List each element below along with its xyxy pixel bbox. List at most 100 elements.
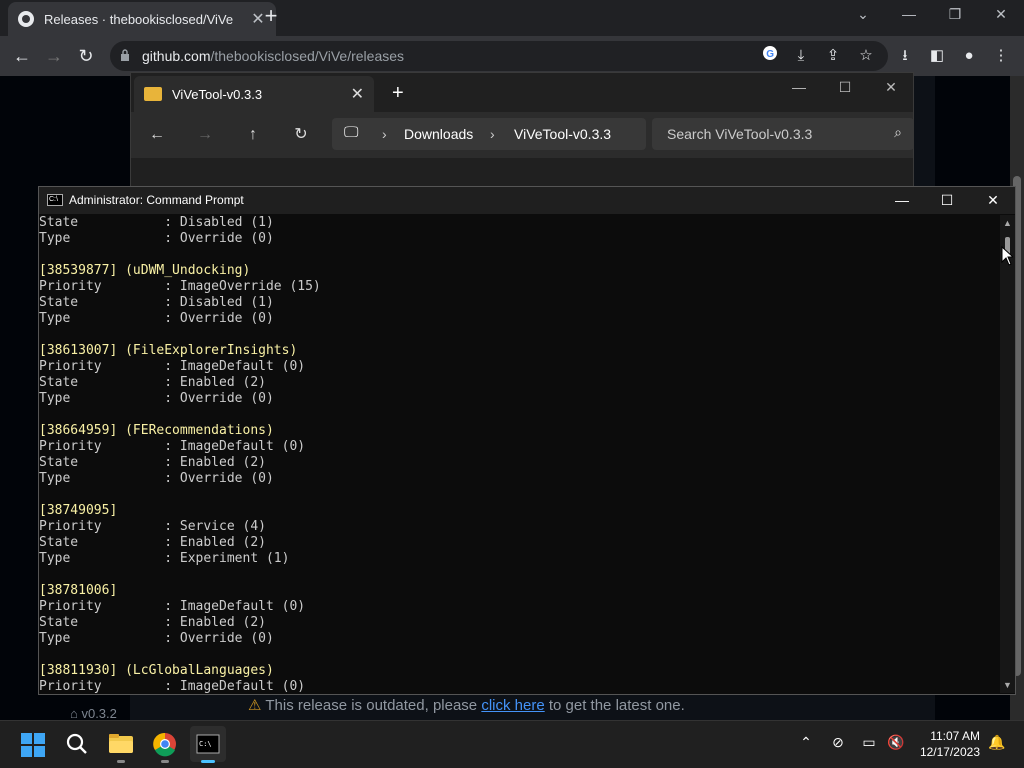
cmd-scrollbar[interactable]: ▲ ▼ [1000,215,1015,693]
windows-start-icon[interactable] [21,733,45,757]
scroll-up-icon[interactable]: ▲ [1003,218,1012,228]
breadcrumb-separator-icon: › [490,126,495,142]
share-icon[interactable]: ⇪ [822,45,844,67]
cmd-output-line [39,407,999,423]
cmd-output-line: Priority : ImageDefault (0) [39,679,306,693]
cmd-minimize-button[interactable]: — [879,187,925,214]
cmd-title-bar[interactable]: C:\ Administrator: Command Prompt [39,187,1015,214]
back-button[interactable]: ← [10,44,34,68]
explorer-running-indicator [117,760,125,763]
explorer-tab-title: ViVeTool-v0.3.3 [172,86,263,102]
cmd-output-line: State : Enabled (2) [39,615,266,630]
search-icon [66,733,87,754]
warning-suffix: to get the latest one. [544,697,685,714]
display-icon[interactable]: ▭ [858,734,880,751]
taskbar-search-button[interactable] [59,726,95,762]
clock-date: 12/17/2023 [919,745,980,759]
cmd-output-line: State : Disabled (1) [39,295,274,310]
install-icon[interactable]: ⤓ [790,45,812,67]
close-icon[interactable]: ✕ [351,84,364,104]
reload-button[interactable]: ↻ [74,44,98,68]
explorer-close-button[interactable]: ✕ [868,74,914,100]
folder-icon [144,87,162,101]
search-icon: ⌕ [894,124,902,140]
network-icon[interactable]: ⊘ [827,734,849,751]
cmd-output-line: Priority : Service (4) [39,519,266,534]
cmd-output-line: Type : Override (0) [39,471,274,486]
explorer-refresh-button[interactable]: ↻ [290,124,312,146]
release-tag[interactable]: ⌂ v0.3.2 [70,706,117,721]
cmd-output-line: Type : Override (0) [39,631,274,646]
cmd-output-line: State : Disabled (1) [39,215,274,230]
taskbar-chrome[interactable] [147,726,183,762]
cmd-feature-header: [38781006] [39,583,118,598]
star-icon[interactable]: ☆ [855,45,877,67]
cmd-maximize-button[interactable]: ☐ [924,187,970,214]
cmd-output-line: Priority : ImageDefault (0) [39,599,306,614]
taskbar-file-explorer[interactable] [103,726,139,762]
svg-text:C:\: C:\ [199,740,212,748]
scroll-down-icon[interactable]: ▼ [1003,680,1012,690]
latest-release-link[interactable]: click here [481,697,544,714]
tag-label: v0.3.2 [81,706,117,721]
profile-icon[interactable]: ● [958,45,980,67]
explorer-minimize-button[interactable]: — [776,74,822,100]
notification-bell-icon[interactable]: 🔔 [986,734,1008,751]
cmd-feature-header: [38749095] [39,503,118,518]
menu-icon[interactable]: ⋮ [990,45,1012,67]
explorer-forward-button[interactable]: → [194,124,216,146]
this-pc-icon: 🖵 [344,124,359,141]
restore-button[interactable]: ❐ [932,0,978,28]
volume-muted-icon[interactable]: 🔇 [885,734,907,751]
explorer-back-button[interactable]: ← [146,124,168,146]
cmd-output[interactable]: State : Disabled (1) Type : Override (0)[… [39,215,999,693]
cmd-icon: C:\ [47,194,63,206]
cmd-output-line: Priority : ImageOverride (15) [39,279,321,294]
taskbar-terminal[interactable]: C:\ [190,726,226,762]
cmd-output-line [39,567,999,583]
minimize-button[interactable]: — [886,0,932,28]
cmd-output-line: Type : Override (0) [39,391,274,406]
cmd-output-line: State : Enabled (2) [39,375,266,390]
terminal-active-indicator [201,760,215,763]
explorer-search-placeholder: Search ViVeTool-v0.3.3 [667,126,813,142]
cmd-output-line: Type : Override (0) [39,231,274,246]
cmd-output-line: Priority : ImageDefault (0) [39,359,306,374]
clock-time: 11:07 AM [930,729,980,743]
explorer-new-tab-button[interactable]: + [392,82,404,105]
lock-icon [121,49,129,61]
tab-search-icon[interactable]: ⌄ [840,0,886,28]
breadcrumb-separator-icon: › [382,126,387,142]
chrome-icon [153,732,176,757]
cmd-feature-header: [38811930] (LcGlobalLanguages) [39,663,274,678]
breadcrumb-current-folder[interactable]: ViVeTool-v0.3.3 [514,126,611,142]
chrome-running-indicator [161,760,169,763]
sidebar-icon[interactable]: ◧ [926,45,948,67]
cmd-output-line: State : Enabled (2) [39,455,266,470]
url-host: github.com [142,48,211,64]
explorer-search-box[interactable]: Search ViVeTool-v0.3.3 ⌕ [652,118,914,150]
google-icon[interactable]: G [759,45,781,67]
explorer-address-bar[interactable]: 🖵 › Downloads › ViVeTool-v0.3.3 [332,118,646,150]
explorer-maximize-button[interactable]: ☐ [822,74,868,100]
new-tab-button[interactable]: + [260,5,282,28]
close-window-button[interactable]: ✕ [978,0,1024,28]
cmd-window-title: Administrator: Command Prompt [69,193,244,207]
explorer-up-button[interactable]: ↑ [242,124,264,146]
show-hidden-icons-icon[interactable]: ⌃ [795,734,817,751]
breadcrumb-downloads[interactable]: Downloads [404,126,473,142]
explorer-tab[interactable]: ViVeTool-v0.3.3 ✕ [134,76,374,112]
cmd-feature-header: [38539877] (uDWM_Undocking) [39,263,251,278]
download-icon[interactable]: ⭳ [894,45,916,67]
warning-prefix: This release is outdated, please [265,697,482,714]
forward-button[interactable]: → [42,44,66,68]
cmd-output-line: State : Enabled (2) [39,535,266,550]
browser-tab-title: Releases · thebookisclosed/ViVe [44,11,234,27]
clock[interactable]: 11:07 AM 12/17/2023 [910,728,980,760]
browser-tab[interactable]: Releases · thebookisclosed/ViVe ✕ [8,2,276,36]
cmd-output-line: Type : Override (0) [39,311,274,326]
cmd-feature-header: [38613007] (FileExplorerInsights) [39,343,298,358]
cmd-output-line [39,327,999,343]
mouse-cursor-icon [1001,246,1013,266]
cmd-close-button[interactable]: ✕ [970,187,1016,214]
